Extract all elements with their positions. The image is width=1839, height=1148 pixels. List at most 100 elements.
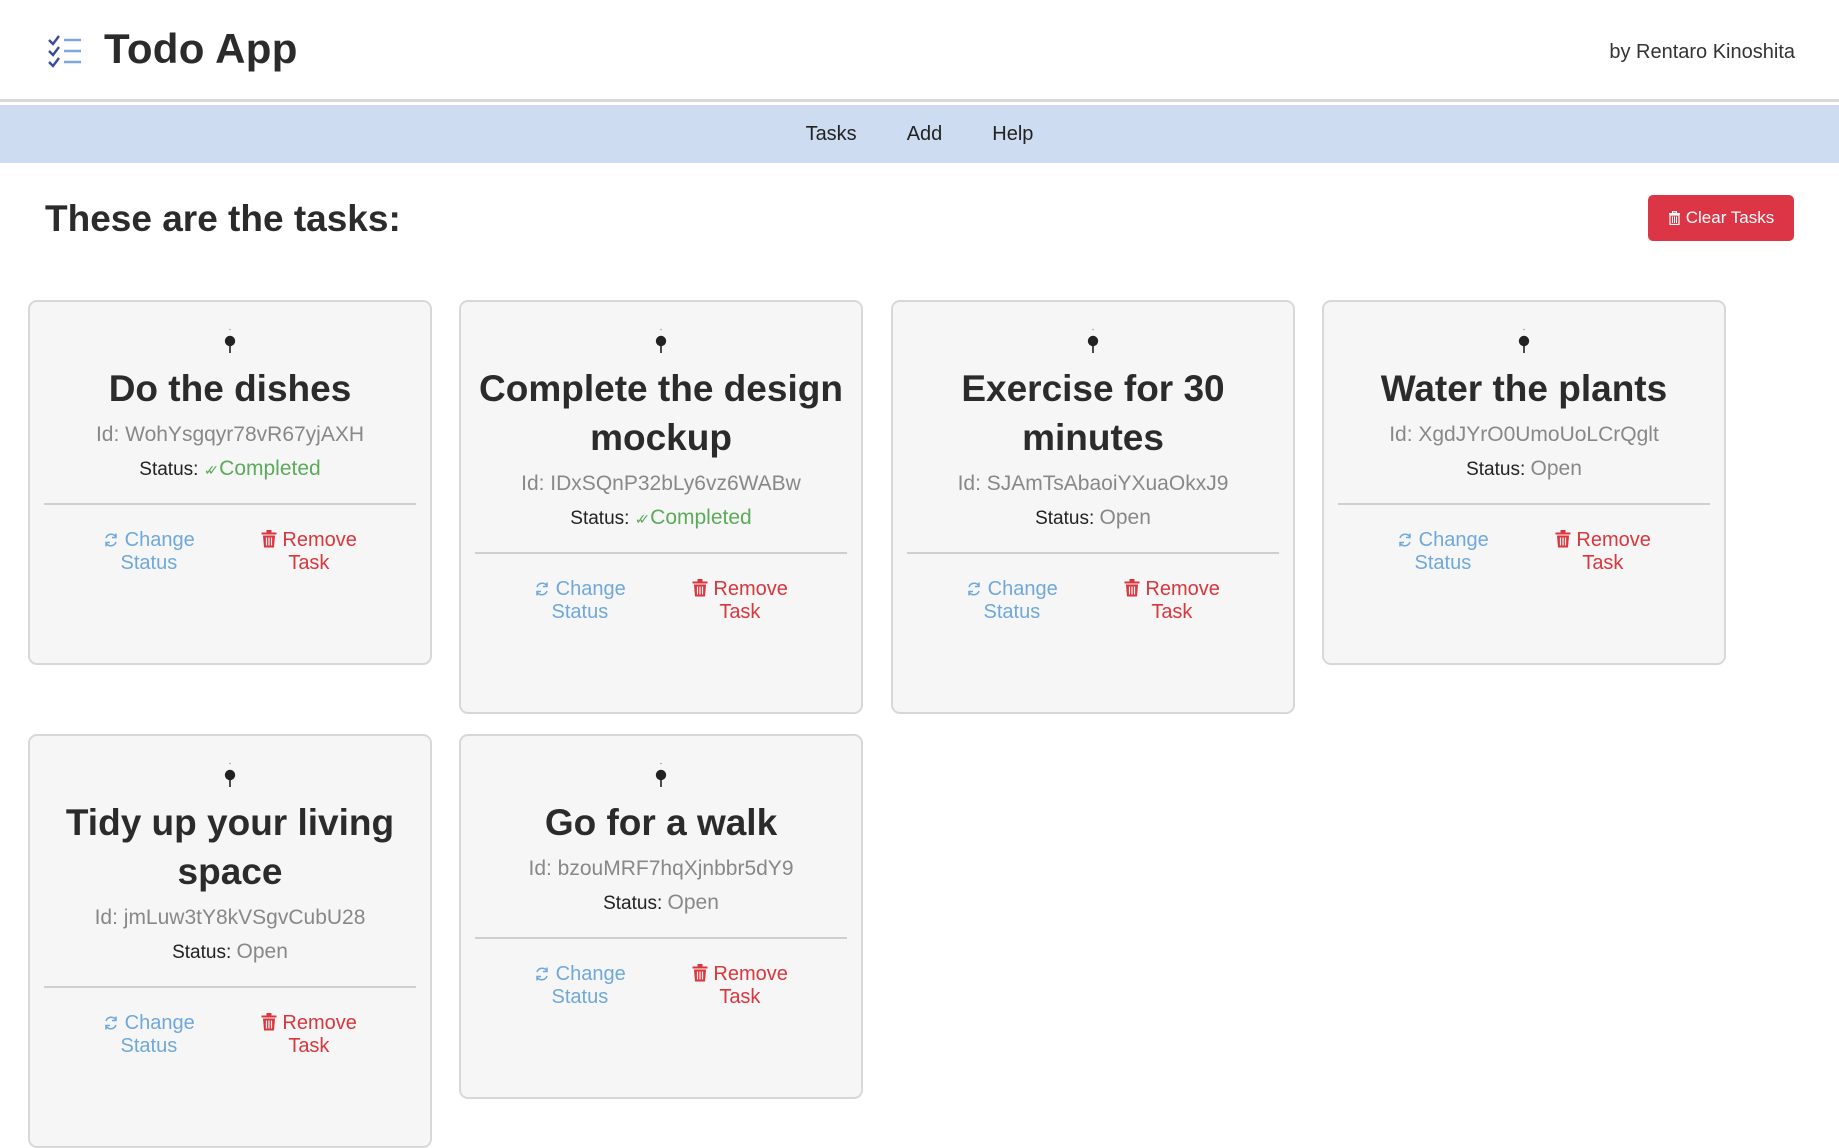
remove-task-button[interactable]: Remove Task	[1555, 529, 1651, 575]
task-card: Do the dishes Id: WohYsgqyr78vR67yjAXH S…	[28, 300, 432, 665]
remove-task-button[interactable]: Remove Task	[1124, 578, 1220, 624]
pin-icon	[1087, 328, 1099, 353]
status-value: Open	[1099, 506, 1151, 529]
remove-task-button[interactable]: Remove Task	[692, 963, 788, 1009]
pin-icon	[1518, 328, 1530, 353]
task-title: Complete the design mockup	[479, 368, 843, 458]
nav-tasks[interactable]: Tasks	[806, 117, 857, 152]
remove-task-line2: Task	[719, 601, 761, 623]
status-label: Status:	[1466, 459, 1531, 480]
refresh-icon	[536, 582, 548, 596]
remove-task-line1: Remove	[282, 529, 357, 551]
task-id: Id: SJAmTsAbaoiYXuaOkxJ9	[957, 472, 1229, 495]
change-status-line2: Status	[983, 601, 1041, 623]
task-id: Id: XgdJYrO0UmoUoLCrQglt	[1389, 423, 1659, 446]
nav-add[interactable]: Add	[907, 117, 943, 152]
status-label: Status:	[1035, 508, 1100, 529]
remove-task-line2: Task	[1151, 601, 1193, 623]
refresh-icon	[1399, 533, 1411, 547]
change-status-button[interactable]: Change Status	[1397, 529, 1489, 575]
task-id: Id: IDxSQnP32bLy6vz6WABw	[521, 472, 801, 495]
trash-icon	[1668, 211, 1680, 225]
card-actions: Change Status Remove Task	[30, 505, 430, 663]
pin-icon	[655, 328, 667, 353]
checklist-icon	[48, 35, 81, 68]
task-title: Water the plants	[1380, 368, 1668, 409]
remove-task-button[interactable]: Remove Task	[692, 578, 788, 624]
status-value: Open	[236, 940, 288, 963]
refresh-icon	[105, 1016, 117, 1030]
remove-task-button[interactable]: Remove Task	[261, 529, 357, 575]
refresh-icon	[536, 967, 548, 981]
change-status-line1: Change	[124, 529, 195, 551]
card-actions: Change Status Remove Task	[893, 554, 1293, 712]
task-title: Go for a walk	[544, 802, 778, 843]
task-card: Go for a walk Id: bzouMRF7hqXjnbbr5dY9 S…	[459, 734, 863, 1099]
change-status-line2: Status	[551, 986, 609, 1008]
author-byline: by Rentaro Kinoshita	[1609, 41, 1795, 63]
task-status: Status: Open	[461, 891, 861, 915]
refresh-icon	[968, 582, 980, 596]
double-check-icon: ✓✓	[203, 462, 220, 478]
task-status: Status: Open	[1324, 457, 1724, 481]
clear-tasks-button[interactable]: Clear Tasks	[1648, 195, 1794, 241]
task-status: Status: Open	[893, 506, 1293, 530]
change-status-button[interactable]: Change Status	[103, 529, 195, 575]
main-nav: Tasks Add Help	[0, 105, 1839, 163]
change-status-line2: Status	[120, 552, 178, 574]
change-status-button[interactable]: Change Status	[534, 578, 626, 624]
task-id: Id: bzouMRF7hqXjnbbr5dY9	[528, 857, 794, 880]
change-status-line1: Change	[1418, 529, 1489, 551]
task-card: Complete the design mockup Id: IDxSQnP32…	[459, 300, 863, 714]
change-status-line1: Change	[987, 578, 1058, 600]
card-actions: Change Status Remove Task	[1324, 505, 1724, 663]
change-status-line1: Change	[124, 1012, 195, 1034]
remove-task-line2: Task	[288, 552, 330, 574]
change-status-button[interactable]: Change Status	[534, 963, 626, 1009]
task-status: Status: ✓✓ Completed	[461, 506, 861, 530]
clear-tasks-label: Clear Tasks	[1685, 208, 1775, 227]
remove-task-button[interactable]: Remove Task	[261, 1012, 357, 1058]
status-label: Status:	[570, 508, 635, 529]
remove-task-line1: Remove	[282, 1012, 357, 1034]
task-status: Status: ✓✓ Completed	[30, 457, 430, 481]
trash-icon	[1555, 530, 1571, 548]
change-status-line1: Change	[555, 963, 626, 985]
trash-icon	[692, 964, 708, 982]
app-title: Todo App	[104, 25, 298, 72]
task-card: Tidy up your living space Id: jmLuw3tY8k…	[28, 734, 432, 1148]
card-actions: Change Status Remove Task	[30, 988, 430, 1146]
trash-icon	[1124, 579, 1140, 597]
change-status-line2: Status	[1414, 552, 1472, 574]
trash-icon	[261, 530, 277, 548]
change-status-line2: Status	[120, 1035, 178, 1057]
status-value: ✓✓ Completed	[634, 506, 752, 529]
task-title: Exercise for 30 minutes	[961, 368, 1225, 458]
task-status: Status: Open	[30, 940, 430, 964]
change-status-line1: Change	[555, 578, 626, 600]
pin-icon	[224, 328, 236, 353]
trash-icon	[261, 1013, 277, 1031]
change-status-button[interactable]: Change Status	[103, 1012, 195, 1058]
task-card: Water the plants Id: XgdJYrO0UmoUoLCrQgl…	[1322, 300, 1726, 665]
change-status-button[interactable]: Change Status	[966, 578, 1058, 624]
pin-icon	[655, 762, 667, 787]
remove-task-line1: Remove	[1145, 578, 1220, 600]
card-actions: Change Status Remove Task	[461, 939, 861, 1097]
task-card: Exercise for 30 minutes Id: SJAmTsAbaoiY…	[891, 300, 1295, 714]
card-actions: Change Status Remove Task	[461, 554, 861, 712]
refresh-icon	[105, 533, 117, 547]
remove-task-line2: Task	[1582, 552, 1624, 574]
status-label: Status:	[139, 459, 204, 480]
status-value: Open	[1530, 457, 1582, 480]
change-status-line2: Status	[551, 601, 609, 623]
remove-task-line1: Remove	[713, 578, 788, 600]
status-label: Status:	[172, 942, 237, 963]
status-value: Open	[667, 891, 719, 914]
nav-help[interactable]: Help	[992, 117, 1033, 152]
app-header: Todo App by Rentaro Kinoshita	[0, 0, 1839, 102]
trash-icon	[692, 579, 708, 597]
double-check-icon: ✓✓	[634, 511, 651, 527]
task-id: Id: jmLuw3tY8kVSgvCubU28	[94, 906, 366, 929]
remove-task-line1: Remove	[713, 963, 788, 985]
